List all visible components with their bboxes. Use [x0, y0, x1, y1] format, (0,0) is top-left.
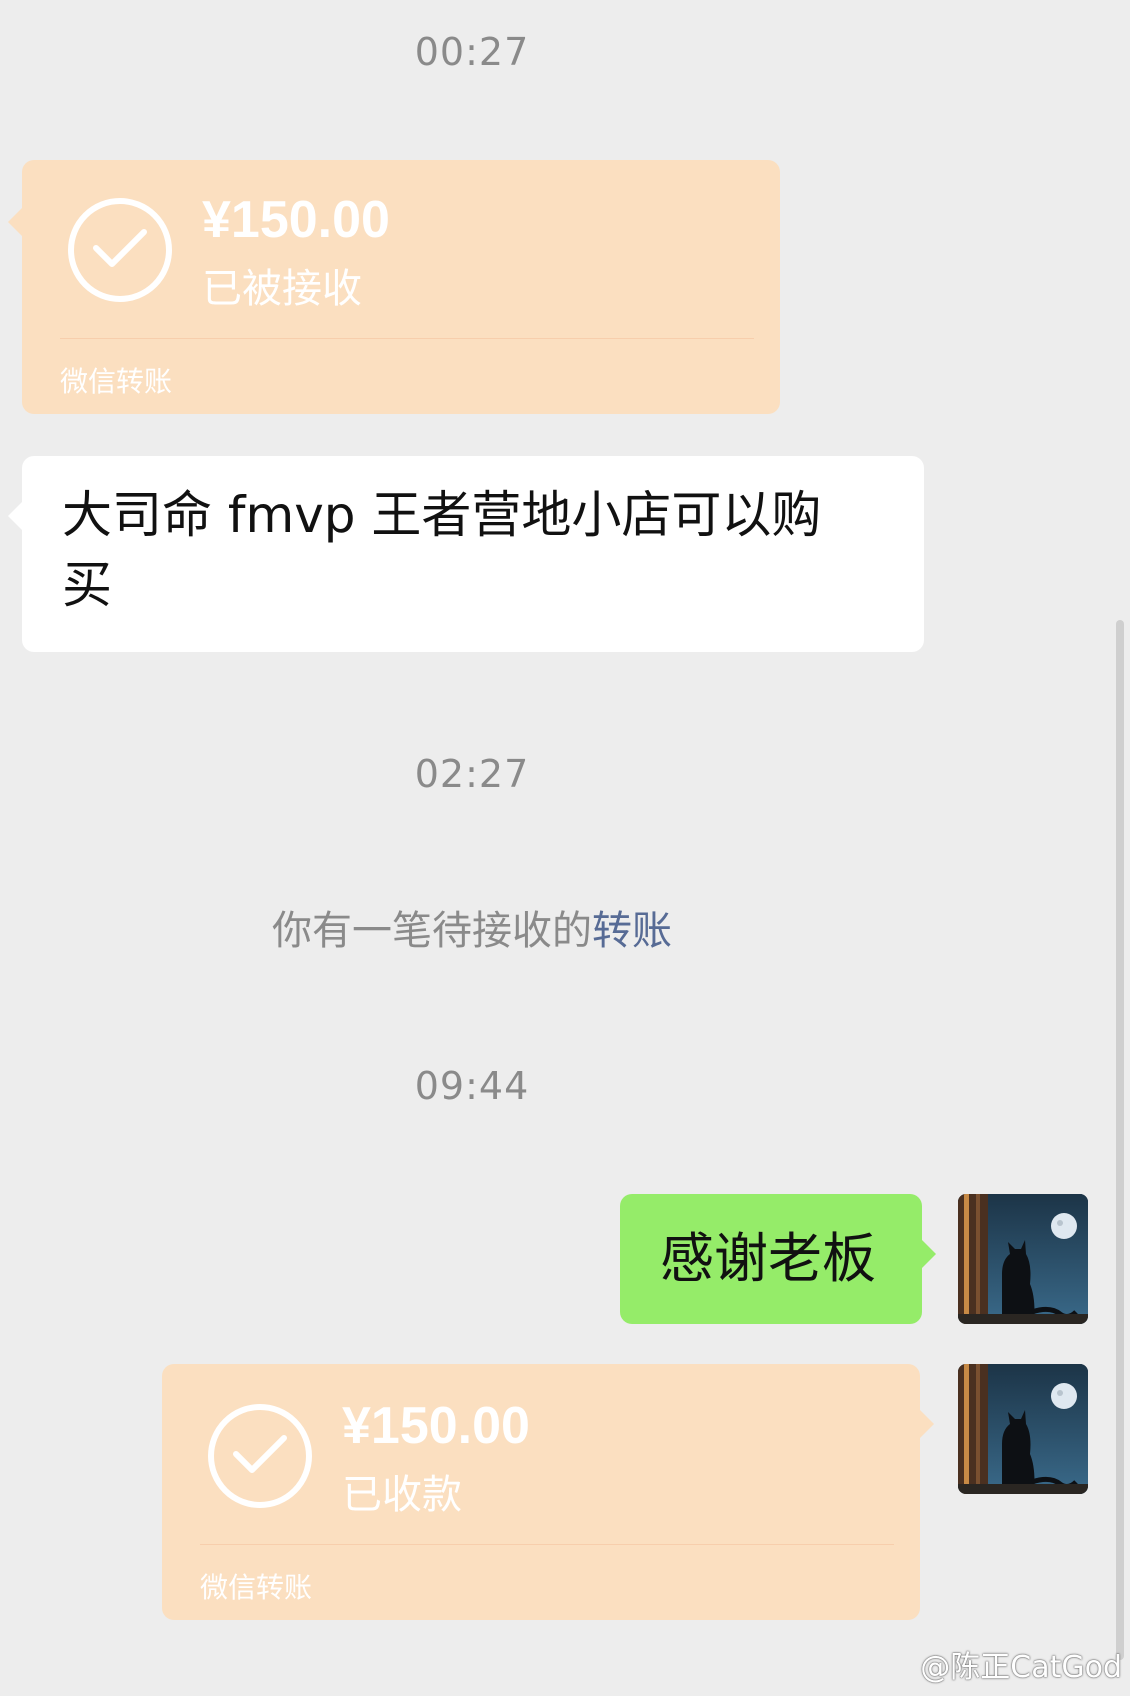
- message-text: 感谢老板: [660, 1227, 876, 1290]
- divider: [200, 1544, 894, 1545]
- check-circle-icon: [68, 198, 172, 302]
- transfer-collected-card[interactable]: ¥150.00 已收款 微信转账: [162, 1364, 934, 1620]
- watermark: @陈正CatGod: [920, 1650, 1122, 1685]
- timestamp: 00:27: [414, 30, 530, 74]
- message-text-line: 大司命 fmvp 王者营地小店可以购: [62, 486, 822, 544]
- message-text-line: 买: [62, 556, 112, 614]
- bubble-arrow: [922, 1240, 936, 1268]
- bubble-arrow: [8, 208, 22, 236]
- transfer-link[interactable]: 转账: [592, 908, 672, 954]
- transfer-amount: ¥150.00: [342, 1397, 530, 1455]
- transfer-amount: ¥150.00: [202, 191, 390, 249]
- system-notice: 你有一笔待接收的转账: [0, 898, 944, 956]
- outgoing-message-bubble[interactable]: 感谢老板: [620, 1194, 936, 1324]
- cat-moon-avatar[interactable]: [958, 1364, 1088, 1494]
- transfer-status: 已收款: [342, 1472, 462, 1518]
- system-notice-text: 你有一笔待接收的: [272, 908, 592, 954]
- timestamp: 02:27: [414, 752, 530, 796]
- scrollbar[interactable]: [1116, 620, 1124, 1660]
- check-circle-icon: [208, 1404, 312, 1508]
- transfer-received-card[interactable]: ¥150.00 已被接收 微信转账: [8, 160, 780, 414]
- bubble-arrow: [920, 1410, 934, 1438]
- divider: [60, 338, 754, 339]
- cat-moon-avatar[interactable]: [958, 1194, 1088, 1324]
- timestamp: 09:44: [414, 1064, 530, 1108]
- transfer-status: 已被接收: [202, 266, 362, 312]
- incoming-message-bubble[interactable]: 大司命 fmvp 王者营地小店可以购 买: [8, 456, 924, 652]
- transfer-source: 微信转账: [200, 1571, 313, 1604]
- transfer-source: 微信转账: [60, 365, 173, 398]
- bubble-arrow: [8, 502, 22, 530]
